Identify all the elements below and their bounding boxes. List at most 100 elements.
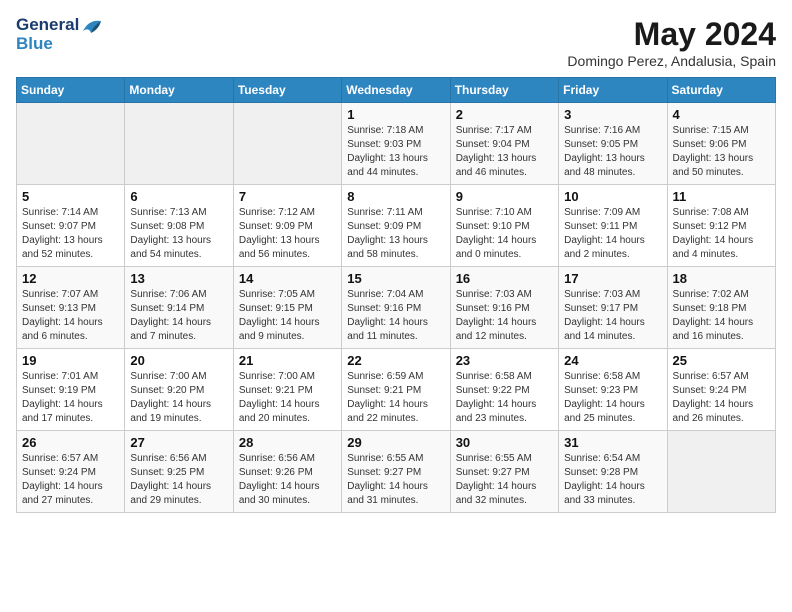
calendar-cell: 20 Sunrise: 7:00 AMSunset: 9:20 PMDayligh… <box>125 349 233 431</box>
calendar-table: SundayMondayTuesdayWednesdayThursdayFrid… <box>16 77 776 513</box>
day-number: 6 <box>130 189 227 204</box>
calendar-cell: 22 Sunrise: 6:59 AMSunset: 9:21 PMDayligh… <box>342 349 450 431</box>
calendar-cell <box>667 431 775 513</box>
calendar-cell: 25 Sunrise: 6:57 AMSunset: 9:24 PMDayligh… <box>667 349 775 431</box>
day-number: 18 <box>673 271 770 286</box>
day-info: Sunrise: 6:56 AMSunset: 9:25 PMDaylight:… <box>130 452 227 508</box>
day-number: 13 <box>130 271 227 286</box>
day-number: 25 <box>673 353 770 368</box>
day-number: 12 <box>22 271 119 286</box>
day-info: Sunrise: 6:58 AMSunset: 9:23 PMDaylight:… <box>564 370 661 426</box>
calendar-cell: 31 Sunrise: 6:54 AMSunset: 9:28 PMDayligh… <box>559 431 667 513</box>
day-number: 28 <box>239 435 336 450</box>
day-info: Sunrise: 7:00 AMSunset: 9:21 PMDaylight:… <box>239 370 336 426</box>
calendar-cell: 8Sunrise: 7:11 AMSunset: 9:09 PMDaylight… <box>342 185 450 267</box>
day-number: 22 <box>347 353 444 368</box>
day-number: 30 <box>456 435 553 450</box>
calendar-cell: 24 Sunrise: 6:58 AMSunset: 9:23 PMDayligh… <box>559 349 667 431</box>
calendar-cell: 13 Sunrise: 7:06 AMSunset: 9:14 PMDayligh… <box>125 267 233 349</box>
calendar-week-row: 19 Sunrise: 7:01 AMSunset: 9:19 PMDayligh… <box>17 349 776 431</box>
day-info: Sunrise: 7:05 AMSunset: 9:15 PMDaylight:… <box>239 288 336 344</box>
logo-line1: General <box>16 16 103 35</box>
day-info: Sunrise: 6:54 AMSunset: 9:28 PMDaylight:… <box>564 452 661 508</box>
day-info: Sunrise: 7:04 AMSunset: 9:16 PMDaylight:… <box>347 288 444 344</box>
calendar-week-row: 26Sunrise: 6:57 AMSunset: 9:24 PMDayligh… <box>17 431 776 513</box>
calendar-cell: 16 Sunrise: 7:03 AMSunset: 9:16 PMDayligh… <box>450 267 558 349</box>
calendar-cell: 14Sunrise: 7:05 AMSunset: 9:15 PMDayligh… <box>233 267 341 349</box>
calendar-cell: 3 Sunrise: 7:16 AMSunset: 9:05 PMDaylight… <box>559 103 667 185</box>
day-info: Sunrise: 7:03 AMSunset: 9:17 PMDaylight:… <box>564 288 661 344</box>
page-header: General Blue May 2024 Domingo Perez, And… <box>16 16 776 69</box>
day-info: Sunrise: 6:58 AMSunset: 9:22 PMDaylight:… <box>456 370 553 426</box>
day-number: 11 <box>673 189 770 204</box>
calendar-cell: 28Sunrise: 6:56 AMSunset: 9:26 PMDayligh… <box>233 431 341 513</box>
day-number: 3 <box>564 107 661 122</box>
day-number: 21 <box>239 353 336 368</box>
calendar-cell: 7Sunrise: 7:12 AMSunset: 9:09 PMDaylight… <box>233 185 341 267</box>
calendar-cell: 17Sunrise: 7:03 AMSunset: 9:17 PMDayligh… <box>559 267 667 349</box>
calendar-cell: 9 Sunrise: 7:10 AMSunset: 9:10 PMDaylight… <box>450 185 558 267</box>
day-number: 1 <box>347 107 444 122</box>
day-info: Sunrise: 7:10 AMSunset: 9:10 PMDaylight:… <box>456 206 553 262</box>
calendar-cell <box>17 103 125 185</box>
day-info: Sunrise: 7:15 AMSunset: 9:06 PMDaylight:… <box>673 124 770 180</box>
day-number: 29 <box>347 435 444 450</box>
logo: General Blue <box>16 16 103 53</box>
day-number: 24 <box>564 353 661 368</box>
day-info: Sunrise: 7:06 AMSunset: 9:14 PMDaylight:… <box>130 288 227 344</box>
weekday-header: Monday <box>125 78 233 103</box>
calendar-cell: 27Sunrise: 6:56 AMSunset: 9:25 PMDayligh… <box>125 431 233 513</box>
day-number: 2 <box>456 107 553 122</box>
weekday-header-row: SundayMondayTuesdayWednesdayThursdayFrid… <box>17 78 776 103</box>
calendar-week-row: 1 Sunrise: 7:18 AMSunset: 9:03 PMDaylight… <box>17 103 776 185</box>
day-info: Sunrise: 7:08 AMSunset: 9:12 PMDaylight:… <box>673 206 770 262</box>
title-area: May 2024 Domingo Perez, Andalusia, Spain <box>567 16 776 69</box>
day-info: Sunrise: 7:09 AMSunset: 9:11 PMDaylight:… <box>564 206 661 262</box>
day-info: Sunrise: 7:13 AMSunset: 9:08 PMDaylight:… <box>130 206 227 262</box>
calendar-cell: 5 Sunrise: 7:14 AMSunset: 9:07 PMDaylight… <box>17 185 125 267</box>
weekday-header: Sunday <box>17 78 125 103</box>
calendar-cell: 26Sunrise: 6:57 AMSunset: 9:24 PMDayligh… <box>17 431 125 513</box>
day-info: Sunrise: 6:57 AMSunset: 9:24 PMDaylight:… <box>673 370 770 426</box>
calendar-cell: 29Sunrise: 6:55 AMSunset: 9:27 PMDayligh… <box>342 431 450 513</box>
calendar-cell: 23Sunrise: 6:58 AMSunset: 9:22 PMDayligh… <box>450 349 558 431</box>
calendar-cell: 11 Sunrise: 7:08 AMSunset: 9:12 PMDayligh… <box>667 185 775 267</box>
day-info: Sunrise: 7:14 AMSunset: 9:07 PMDaylight:… <box>22 206 119 262</box>
day-info: Sunrise: 6:59 AMSunset: 9:21 PMDaylight:… <box>347 370 444 426</box>
location-subtitle: Domingo Perez, Andalusia, Spain <box>567 53 776 69</box>
calendar-cell: 30Sunrise: 6:55 AMSunset: 9:27 PMDayligh… <box>450 431 558 513</box>
day-info: Sunrise: 7:02 AMSunset: 9:18 PMDaylight:… <box>673 288 770 344</box>
day-number: 4 <box>673 107 770 122</box>
calendar-cell: 18 Sunrise: 7:02 AMSunset: 9:18 PMDayligh… <box>667 267 775 349</box>
calendar-week-row: 5 Sunrise: 7:14 AMSunset: 9:07 PMDaylight… <box>17 185 776 267</box>
day-info: Sunrise: 7:03 AMSunset: 9:16 PMDaylight:… <box>456 288 553 344</box>
day-number: 9 <box>456 189 553 204</box>
day-number: 16 <box>456 271 553 286</box>
calendar-cell: 19 Sunrise: 7:01 AMSunset: 9:19 PMDayligh… <box>17 349 125 431</box>
day-number: 7 <box>239 189 336 204</box>
day-number: 31 <box>564 435 661 450</box>
day-number: 20 <box>130 353 227 368</box>
weekday-header: Wednesday <box>342 78 450 103</box>
calendar-cell: 6 Sunrise: 7:13 AMSunset: 9:08 PMDaylight… <box>125 185 233 267</box>
logo-line2: Blue <box>16 35 103 54</box>
calendar-cell: 2 Sunrise: 7:17 AMSunset: 9:04 PMDaylight… <box>450 103 558 185</box>
day-number: 8 <box>347 189 444 204</box>
calendar-week-row: 12 Sunrise: 7:07 AMSunset: 9:13 PMDayligh… <box>17 267 776 349</box>
day-info: Sunrise: 7:01 AMSunset: 9:19 PMDaylight:… <box>22 370 119 426</box>
day-info: Sunrise: 7:00 AMSunset: 9:20 PMDaylight:… <box>130 370 227 426</box>
day-info: Sunrise: 6:57 AMSunset: 9:24 PMDaylight:… <box>22 452 119 508</box>
calendar-cell: 12 Sunrise: 7:07 AMSunset: 9:13 PMDayligh… <box>17 267 125 349</box>
weekday-header: Thursday <box>450 78 558 103</box>
day-number: 5 <box>22 189 119 204</box>
calendar-cell: 4 Sunrise: 7:15 AMSunset: 9:06 PMDaylight… <box>667 103 775 185</box>
calendar-cell: 21 Sunrise: 7:00 AMSunset: 9:21 PMDayligh… <box>233 349 341 431</box>
day-info: Sunrise: 7:07 AMSunset: 9:13 PMDaylight:… <box>22 288 119 344</box>
day-info: Sunrise: 7:16 AMSunset: 9:05 PMDaylight:… <box>564 124 661 180</box>
weekday-header: Saturday <box>667 78 775 103</box>
calendar-cell: 15Sunrise: 7:04 AMSunset: 9:16 PMDayligh… <box>342 267 450 349</box>
day-info: Sunrise: 7:17 AMSunset: 9:04 PMDaylight:… <box>456 124 553 180</box>
day-info: Sunrise: 7:18 AMSunset: 9:03 PMDaylight:… <box>347 124 444 180</box>
weekday-header: Tuesday <box>233 78 341 103</box>
day-number: 19 <box>22 353 119 368</box>
